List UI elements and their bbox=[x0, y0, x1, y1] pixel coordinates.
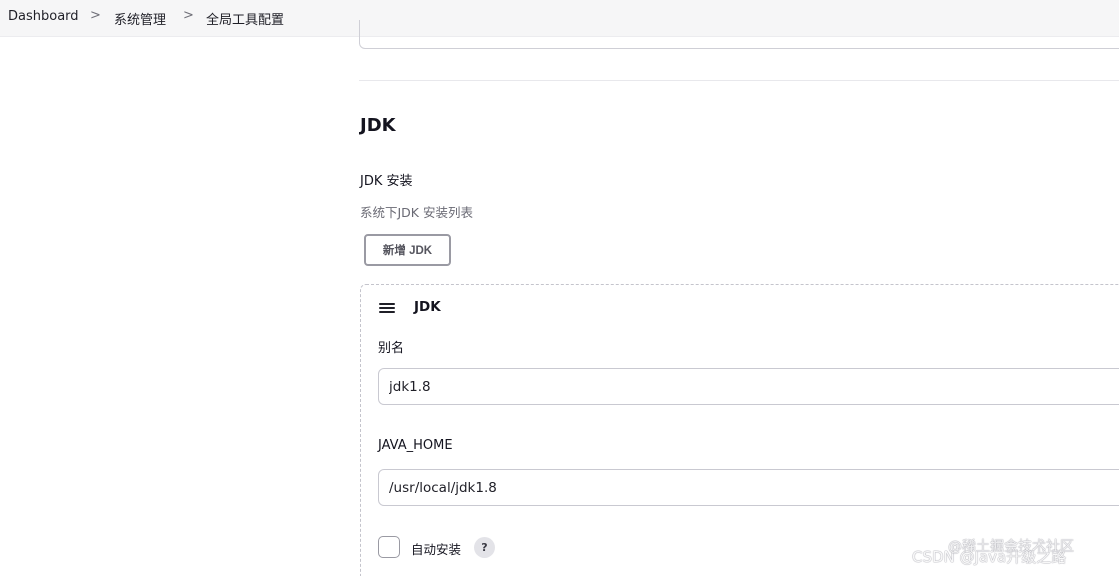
java-home-input[interactable] bbox=[378, 469, 1119, 506]
section-divider bbox=[359, 80, 1119, 81]
page: Dashboard > 系统管理 > 全局工具配置 JDK JDK 安装 系统下… bbox=[0, 0, 1119, 576]
chevron-right-icon: > bbox=[183, 8, 194, 23]
watermark-juejin: @稀土掘金技术社区 bbox=[948, 539, 1074, 555]
help-icon[interactable]: ? bbox=[474, 537, 495, 558]
alias-label: 别名 bbox=[378, 341, 405, 356]
breadcrumb-dashboard[interactable]: Dashboard bbox=[8, 9, 79, 24]
breadcrumb-system-management[interactable]: 系统管理 bbox=[114, 9, 166, 28]
drag-handle-icon[interactable] bbox=[379, 302, 395, 314]
jdk-install-label: JDK 安装 bbox=[360, 174, 413, 189]
jdk-item-title: JDK bbox=[414, 299, 441, 315]
add-jdk-button[interactable]: 新增 JDK bbox=[364, 234, 451, 266]
breadcrumb-global-tool-config[interactable]: 全局工具配置 bbox=[206, 9, 284, 28]
previous-section-field bbox=[359, 20, 1119, 49]
java-home-label: JAVA_HOME bbox=[378, 438, 453, 453]
section-title: JDK bbox=[360, 115, 396, 136]
auto-install-checkbox[interactable] bbox=[378, 536, 400, 558]
jdk-item-container bbox=[360, 284, 1119, 576]
alias-input[interactable] bbox=[378, 368, 1119, 405]
jdk-install-description: 系统下JDK 安装列表 bbox=[360, 205, 473, 220]
chevron-right-icon: > bbox=[90, 8, 101, 23]
auto-install-label[interactable]: 自动安装 bbox=[411, 539, 461, 558]
